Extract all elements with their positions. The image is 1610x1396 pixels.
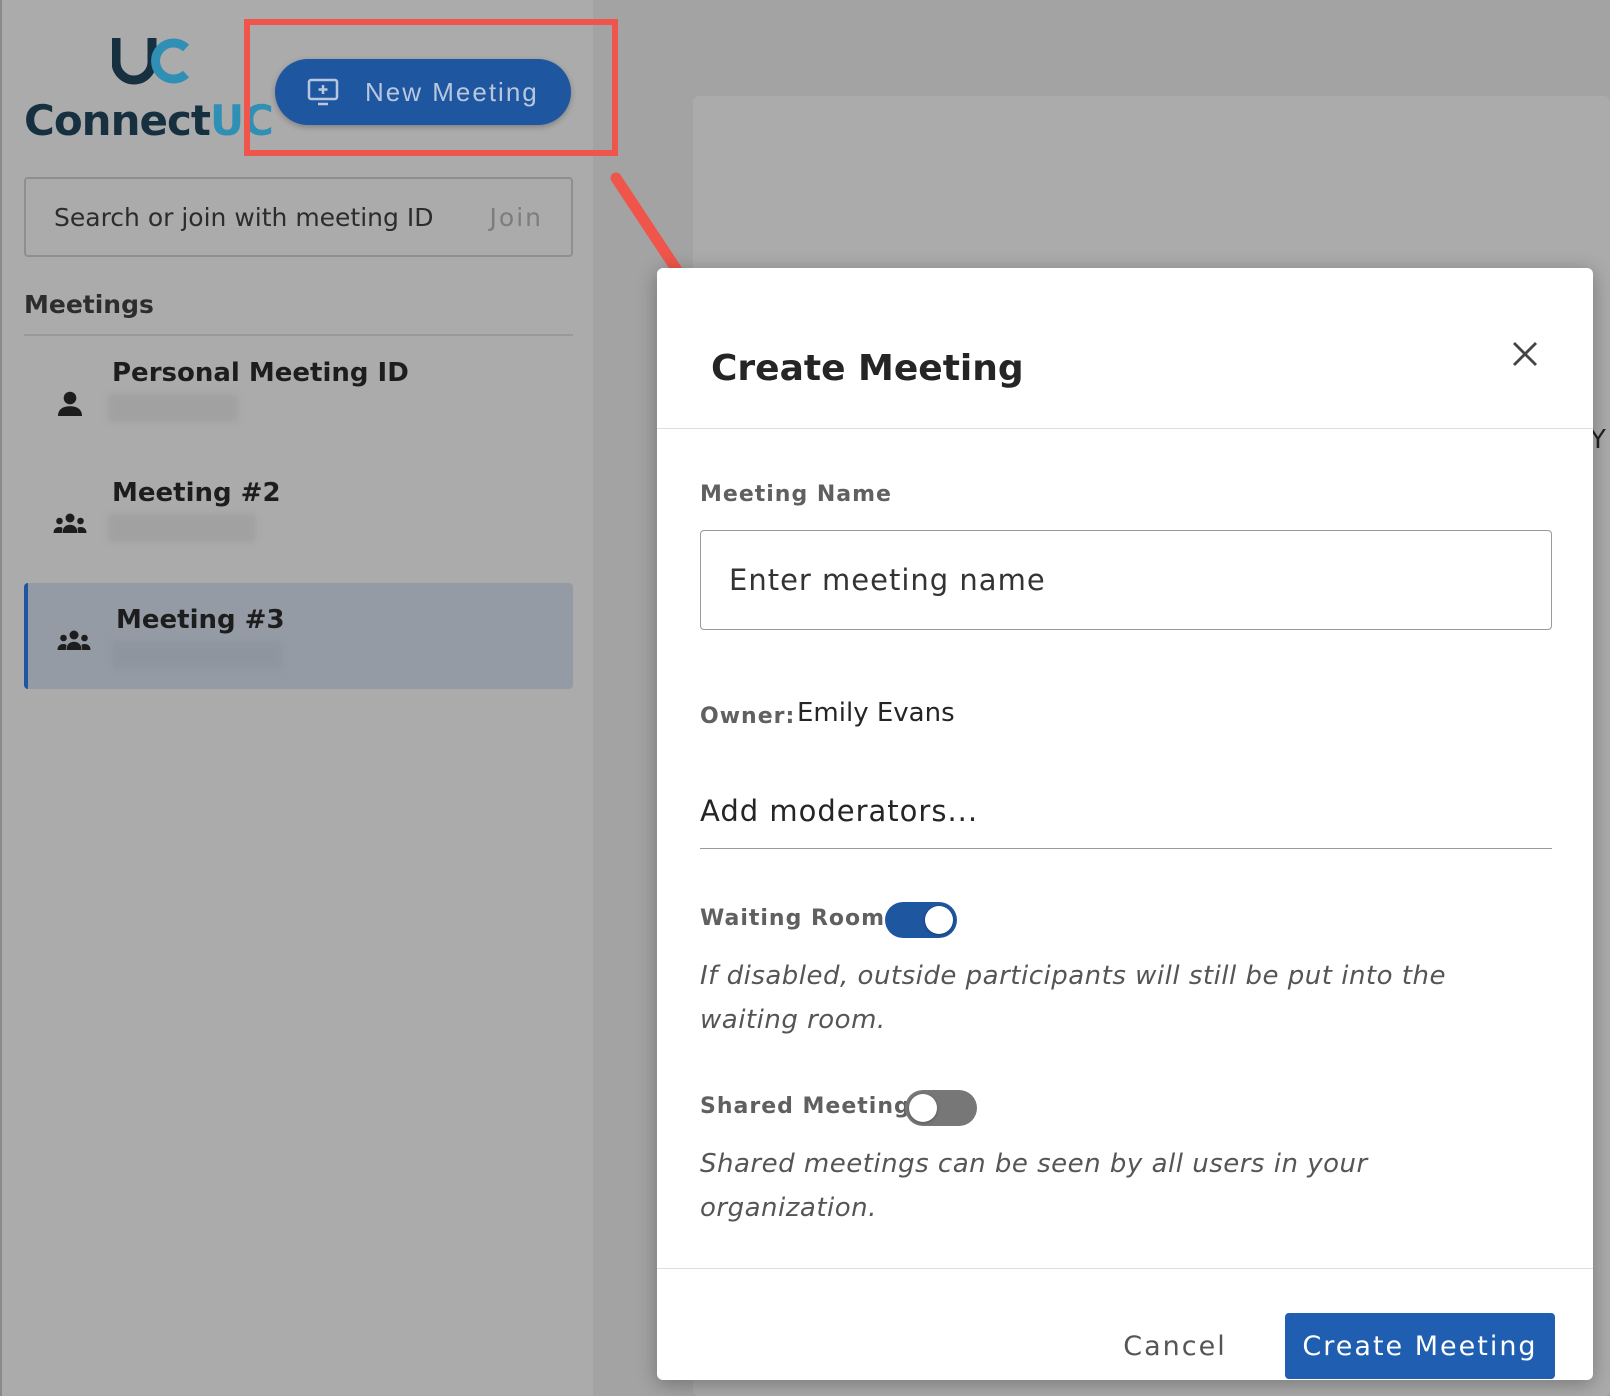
meeting-item-personal[interactable]: Personal Meeting ID	[24, 358, 573, 464]
meeting-item-3[interactable]: Meeting #3	[24, 583, 573, 689]
owner-value: Emily Evans	[797, 698, 955, 728]
meeting-id-redacted	[108, 514, 256, 542]
waiting-room-help: If disabled, outside participants will s…	[700, 961, 1446, 1035]
meeting-label: Personal Meeting ID	[112, 358, 409, 388]
search-join-field[interactable]: Search or join with meeting ID Join	[24, 177, 573, 257]
meetings-divider	[24, 334, 573, 336]
waiting-room-toggle[interactable]	[885, 902, 957, 938]
group-icon	[57, 630, 91, 650]
waiting-room-label: Waiting Room:	[700, 906, 895, 931]
group-icon	[53, 513, 87, 533]
owner-label: Owner:	[700, 704, 796, 729]
search-input-placeholder[interactable]: Search or join with meeting ID	[54, 203, 433, 232]
person-icon	[58, 391, 82, 416]
meeting-item-2[interactable]: Meeting #2	[24, 478, 573, 584]
add-moderators-input[interactable]	[700, 773, 1552, 849]
join-button[interactable]: Join	[490, 203, 543, 232]
meeting-name-input[interactable]	[700, 530, 1552, 630]
create-meeting-button[interactable]: Create Meeting	[1285, 1313, 1555, 1379]
annotation-highlight-box	[244, 19, 618, 156]
close-icon[interactable]	[1509, 338, 1541, 370]
connectuc-logo: ConnectUC	[24, 34, 274, 145]
dialog-title: Create Meeting	[711, 348, 1024, 389]
meetings-heading: Meetings	[24, 290, 154, 319]
cancel-button[interactable]: Cancel	[1115, 1313, 1235, 1379]
dialog-header-divider	[657, 428, 1593, 429]
meeting-id-redacted	[108, 394, 238, 422]
toggle-knob	[925, 906, 953, 934]
shared-meeting-toggle[interactable]	[905, 1090, 977, 1126]
meeting-label: Meeting #3	[116, 605, 285, 635]
uc-logo-mark-icon	[112, 38, 190, 85]
shared-meeting-help: Shared meetings can be seen by all users…	[700, 1149, 1368, 1223]
logo-wordmark: ConnectUC	[24, 96, 274, 145]
meeting-label: Meeting #2	[112, 478, 281, 508]
create-meeting-dialog: Create Meeting Meeting Name Owner: Emily…	[657, 268, 1593, 1380]
meeting-name-label: Meeting Name	[700, 482, 892, 507]
shared-meeting-label: Shared Meeting:	[700, 1094, 921, 1119]
sidebar: ConnectUC Search or join with meeting ID…	[0, 0, 593, 1396]
meeting-id-redacted	[112, 641, 282, 669]
dialog-footer-divider	[657, 1268, 1593, 1269]
toggle-knob	[909, 1094, 937, 1122]
